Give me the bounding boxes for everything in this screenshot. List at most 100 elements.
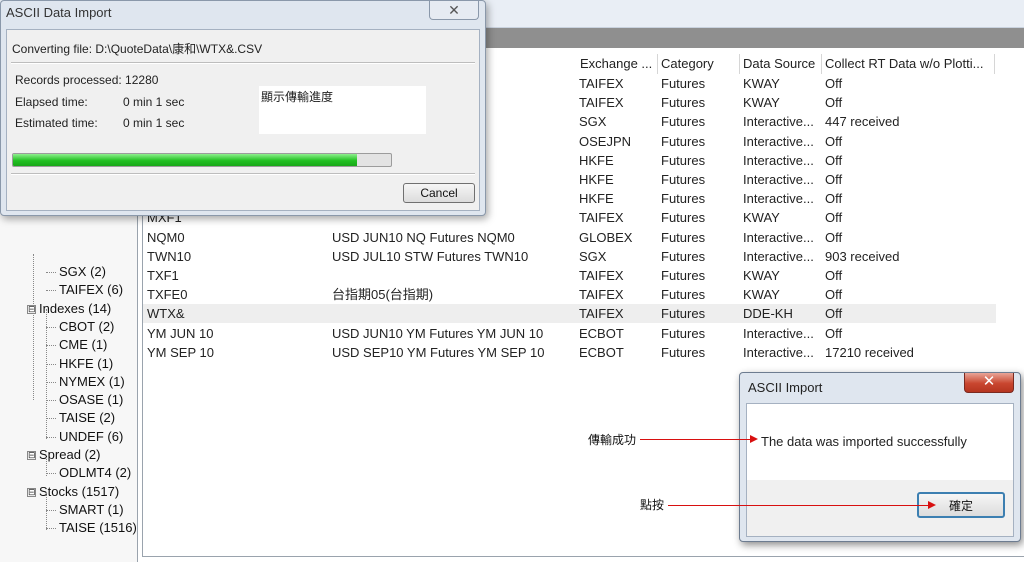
- column-header-category[interactable]: Category: [658, 54, 740, 74]
- tree-leaf-item[interactable]: ODLMT4 (2): [46, 464, 131, 482]
- tree-item-label: OSASE (1): [59, 392, 124, 408]
- tree-item-label: Indexes (14): [39, 300, 112, 316]
- cancel-button[interactable]: Cancel: [403, 183, 475, 203]
- tree-leaf-item[interactable]: SMART (1): [46, 501, 124, 519]
- cell-category: Futures: [661, 287, 706, 303]
- elapsed-time-value: 0 min 1 sec: [123, 95, 185, 109]
- tree-group-item[interactable]: ⊟ Stocks (1517): [27, 483, 119, 501]
- estimated-time-value: 0 min 1 sec: [123, 116, 185, 130]
- cell-collect-rt: Off: [825, 191, 843, 207]
- progress-bar-fill: [13, 154, 357, 166]
- cell-category: Futures: [661, 306, 706, 322]
- cell-category: Futures: [661, 152, 706, 168]
- progress-note: 顯示傳輸進度: [261, 90, 334, 104]
- cell-collect-rt: Off: [825, 268, 843, 283]
- cell-collect-rt: Off: [825, 95, 843, 111]
- tree-item-label: Stocks (1517): [39, 483, 120, 499]
- table-row[interactable]: YM JUN 10 USD JUN10 YM Futures YM JUN 10 E…: [143, 324, 996, 343]
- tree-leaf-item[interactable]: SGX (2): [46, 263, 106, 281]
- cell-exchange: TAIFEX: [579, 95, 624, 111]
- collapse-icon[interactable]: ⊟: [27, 451, 36, 461]
- cell-exchange: ECBOT: [579, 344, 624, 360]
- collapse-icon[interactable]: ⊟: [27, 487, 36, 497]
- annotation-arrow: [668, 505, 930, 506]
- table-row[interactable]: TXFE0 台指期05(台指期) TAIFEX Futures KWAY Off: [143, 285, 996, 304]
- tree-connector: [46, 272, 56, 274]
- cell-data-source: Interactive...: [743, 191, 814, 207]
- tree-leaf-item[interactable]: CBOT (2): [46, 318, 114, 336]
- tree-item-label: NYMEX (1): [59, 373, 125, 389]
- cell-data-source: Interactive...: [743, 325, 814, 341]
- cell-collect-rt: Off: [825, 325, 843, 341]
- tree-item-label: CME (1): [59, 337, 108, 353]
- cell-collect-rt: Off: [825, 172, 843, 187]
- tree-item-label: CBOT (2): [59, 318, 115, 334]
- cell-exchange: SGX: [579, 114, 607, 130]
- tree-guide-line: [33, 254, 34, 401]
- tree-item-label: Spread (2): [39, 447, 101, 462]
- tree-item-label: ODLMT4 (2): [59, 465, 132, 481]
- tree-leaf-item[interactable]: NYMEX (1): [46, 373, 125, 391]
- tree-item-label: TAISE (1516): [59, 520, 137, 536]
- cell-description: USD JUN10 NQ Futures NQM0: [332, 229, 515, 245]
- tree-guide-line: [46, 308, 47, 439]
- cell-description: USD SEP10 YM Futures YM SEP 10: [332, 344, 545, 360]
- tree-leaf-item[interactable]: CME (1): [46, 336, 107, 354]
- cell-symbol: TXF1: [147, 268, 179, 283]
- estimated-time-label: Estimated time:: [15, 116, 98, 130]
- cell-data-source: KWAY: [743, 287, 780, 303]
- tree-group-item[interactable]: ⊟ Spread (2): [27, 446, 100, 464]
- cell-category: Futures: [661, 229, 706, 245]
- tree-item-label: TAIFEX (6): [59, 282, 124, 298]
- tree-leaf-item[interactable]: OSASE (1): [46, 391, 123, 409]
- cell-category: Futures: [661, 325, 706, 341]
- cell-category: Futures: [661, 191, 706, 207]
- cell-collect-rt: Off: [825, 229, 843, 245]
- cell-data-source: KWAY: [743, 76, 780, 91]
- success-message: The data was imported successfully: [761, 434, 967, 449]
- cell-symbol: YM JUN 10: [147, 325, 214, 341]
- cell-exchange: OSEJPN: [579, 133, 632, 149]
- cell-collect-rt: 447 received: [825, 114, 900, 130]
- arrow-head-icon: [928, 501, 936, 509]
- table-row[interactable]: TXF1 TAIFEX Futures KWAY Off: [143, 266, 996, 285]
- table-row[interactable]: NQM0 USD JUN10 NQ Futures NQM0 GLOBEX Futur…: [143, 228, 996, 247]
- annotation-success: 傳輸成功: [588, 433, 637, 447]
- table-row[interactable]: WTX& TAIFEX Futures DDE-KH Off: [143, 304, 996, 324]
- cell-category: Futures: [661, 133, 706, 149]
- column-header-collect-rt[interactable]: Collect RT Data w/o Plotti...: [822, 54, 995, 74]
- records-processed-label: Records processed: 12280: [15, 73, 159, 87]
- tree-leaf-item[interactable]: TAIFEX (6): [46, 281, 123, 299]
- tree-leaf-item[interactable]: TAISE (2): [46, 409, 115, 427]
- close-icon[interactable]: ✕: [429, 1, 479, 20]
- cell-collect-rt: 17210 received: [825, 344, 914, 360]
- tree-connector: [46, 436, 56, 438]
- tree-connector: [46, 326, 56, 328]
- collapse-icon[interactable]: ⊟: [27, 304, 36, 314]
- tree-item-label: TAISE (2): [59, 410, 116, 426]
- cell-data-source: DDE-KH: [743, 306, 793, 322]
- cell-category: Futures: [661, 172, 706, 187]
- dialog-footer: 確定: [747, 480, 1013, 536]
- table-row[interactable]: YM SEP 10 USD SEP10 YM Futures YM SEP 10 E…: [143, 343, 996, 362]
- cell-category: Futures: [661, 210, 706, 226]
- tree-leaf-item[interactable]: UNDEF (6): [46, 428, 123, 446]
- tree-connector: [46, 290, 56, 292]
- cell-category: Futures: [661, 114, 706, 130]
- tree-leaf-item[interactable]: HKFE (1): [46, 355, 113, 373]
- tree-group-item[interactable]: ⊟ Indexes (14): [27, 300, 111, 318]
- cell-data-source: Interactive...: [743, 248, 814, 264]
- table-row[interactable]: TWN10 USD JUL10 STW Futures TWN10 SGX Futur…: [143, 247, 996, 266]
- cell-collect-rt: 903 received: [825, 248, 900, 264]
- cell-description: 台指期05(台指期): [332, 287, 434, 303]
- cell-category: Futures: [661, 76, 706, 91]
- tree-leaf-item[interactable]: TAISE (1516): [46, 519, 137, 537]
- cell-exchange: TAIFEX: [579, 268, 624, 283]
- tree-connector: [46, 381, 56, 383]
- cell-symbol: TWN10: [147, 248, 192, 264]
- close-icon[interactable]: ✕: [964, 373, 1014, 393]
- cell-symbol: NQM0: [147, 229, 185, 245]
- column-header-exchange[interactable]: Exchange ...: [577, 54, 658, 74]
- column-header-data-source[interactable]: Data Source: [740, 54, 822, 74]
- tree-connector: [46, 418, 56, 420]
